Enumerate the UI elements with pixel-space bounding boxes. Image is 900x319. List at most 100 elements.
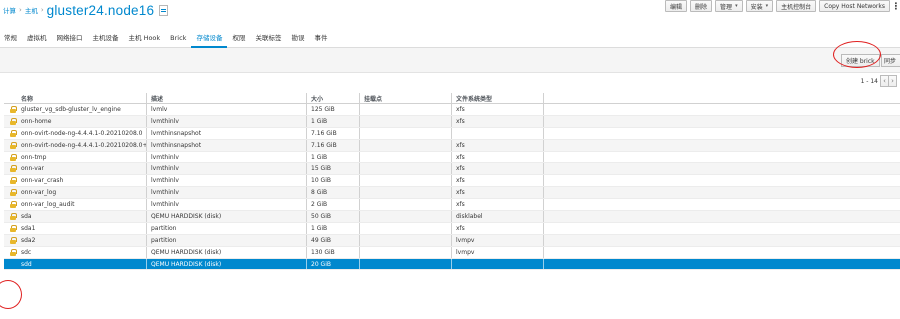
row-filler <box>544 235 900 246</box>
chevron-right-icon[interactable]: › <box>888 75 897 87</box>
row-lock-cell <box>4 211 21 222</box>
copy-host-networks-label: Copy Host Networks <box>824 2 885 10</box>
cell-filesystem-type: xfs <box>452 163 544 175</box>
tab-3[interactable]: 主机设备 <box>88 28 124 48</box>
tab-4[interactable]: 主机 Hook <box>124 28 166 48</box>
header-lock-column <box>4 93 21 103</box>
cell-description: lvmthinlv <box>147 199 307 211</box>
cell-name: onn-var_crash <box>21 175 147 187</box>
tab-7[interactable]: 权限 <box>227 28 250 48</box>
cell-filesystem-type: xfs <box>452 222 544 234</box>
table-row[interactable]: onn-ovirt-node-ng-4.4.4.1-0.20210208.0 lv… <box>4 127 900 140</box>
kebab-menu-icon[interactable]: ⋮ <box>892 0 900 13</box>
bookmark-list-icon[interactable] <box>159 4 169 16</box>
cell-description: lvmthinlv <box>147 115 307 127</box>
row-filler <box>544 140 900 151</box>
host-console-button[interactable]: 主机控制台 <box>776 0 817 12</box>
cell-size: 50 GiB <box>307 211 360 222</box>
table-row[interactable]: onn-var_log lvmthinlv 8 GiB xfs <box>4 187 900 200</box>
cell-description: lvmthinlv <box>147 175 307 187</box>
cell-size: 8 GiB <box>307 187 360 199</box>
chevron-down-icon: ▾ <box>735 3 738 9</box>
cell-description: lvmthinlv <box>147 187 307 199</box>
table-row[interactable]: onn-var lvmthinlv 15 GiB xfs <box>4 163 900 176</box>
pagination: 1 - 14 ‹ › <box>861 74 897 88</box>
column-header-filesystem-type[interactable]: 文件系统类型 <box>452 93 544 103</box>
remove-button[interactable]: 删除 <box>690 0 713 12</box>
cell-description: QEMU HARDDISK (disk) <box>147 258 307 270</box>
table-row[interactable]: sdd QEMU HARDDISK (disk) 20 GiB <box>4 258 900 271</box>
storage-device-toolbar: 创建 brick 同步 <box>0 48 900 73</box>
breadcrumb-hosts[interactable]: 主机 <box>25 5 38 15</box>
cell-size: 10 GiB <box>307 175 360 187</box>
table-row[interactable]: gluster_vg_sdb-gluster_lv_engine lvmlv 125… <box>4 104 900 116</box>
cell-description: lvmthinsnapshot <box>147 139 307 151</box>
table-row[interactable]: sda2 partition 49 GiB lvmpv <box>4 234 900 247</box>
cell-name: gluster_vg_sdb-gluster_lv_engine <box>21 104 147 115</box>
column-header-name[interactable]: 名称 <box>21 93 147 103</box>
table-row[interactable]: onn-ovirt-node-ng-4.4.4.1-0.20210208.0+1… <box>4 139 900 152</box>
cell-mount-point <box>360 175 452 187</box>
cell-size: 15 GiB <box>307 163 360 175</box>
cell-mount-point <box>360 139 452 151</box>
copy-host-networks-button[interactable]: Copy Host Networks <box>819 0 890 12</box>
lock-icon <box>9 105 17 113</box>
table-row[interactable]: onn-var_log_audit lvmthinlv 2 GiB xfs <box>4 199 900 212</box>
cell-description: lvmthinlv <box>147 151 307 163</box>
cell-mount-point <box>360 104 452 115</box>
cell-description: QEMU HARDDISK (disk) <box>147 211 307 222</box>
column-header-description[interactable]: 描述 <box>147 93 307 103</box>
page-header: 计算 › 主机 › gluster24.node16 编辑 删除 管理 ▾ 安装 ▾… <box>0 0 900 22</box>
tab-9[interactable]: 勘误 <box>286 28 309 48</box>
table-row[interactable]: onn-home lvmthinlv 1 GiB xfs <box>4 115 900 128</box>
row-lock-cell <box>4 104 21 115</box>
table-row[interactable]: sda QEMU HARDDISK (disk) 50 GiB disklabel <box>4 211 900 223</box>
tab-8[interactable]: 关联标签 <box>250 28 286 48</box>
cell-size: 2 GiB <box>307 199 360 211</box>
cell-name: sda1 <box>21 222 147 234</box>
lock-icon <box>9 224 17 232</box>
installation-label: 安装 <box>750 3 763 11</box>
cell-size: 1 GiB <box>307 222 360 234</box>
cell-filesystem-type: xfs <box>452 115 544 127</box>
table-row[interactable]: sda1 partition 1 GiB xfs <box>4 222 900 235</box>
installation-dropdown[interactable]: 安装 ▾ <box>745 0 774 12</box>
table-row[interactable]: onn-tmp lvmthinlv 1 GiB xfs <box>4 151 900 164</box>
tab-2[interactable]: 网络接口 <box>52 28 88 48</box>
create-brick-button[interactable]: 创建 brick <box>841 54 880 67</box>
table-row[interactable]: onn-var_crash lvmthinlv 10 GiB xfs <box>4 175 900 188</box>
row-filler <box>544 163 900 174</box>
row-filler <box>544 211 900 222</box>
tab-10[interactable]: 事件 <box>309 28 332 48</box>
breadcrumb-separator: › <box>40 6 44 14</box>
cell-size: 1 GiB <box>307 151 360 163</box>
lock-icon <box>9 129 17 137</box>
edit-button[interactable]: 编辑 <box>665 0 688 12</box>
lock-icon <box>9 201 17 209</box>
cell-mount-point <box>360 151 452 163</box>
cell-mount-point <box>360 211 452 222</box>
row-filler <box>544 104 900 115</box>
cell-name: sda <box>21 211 147 222</box>
cell-mount-point <box>360 187 452 199</box>
cell-name: onn-var <box>21 163 147 175</box>
row-filler <box>544 259 900 270</box>
tab-6[interactable]: 存储设备 <box>191 28 228 48</box>
table-row[interactable]: sdc QEMU HARDDISK (disk) 130 GiB lvmpv <box>4 246 900 259</box>
breadcrumb-compute[interactable]: 计算 <box>3 5 16 15</box>
row-filler <box>544 247 900 258</box>
table-body: gluster_vg_sdb-gluster_lv_engine lvmlv 125… <box>4 104 900 271</box>
cell-name: onn-var_log <box>21 187 147 199</box>
column-header-mount-point[interactable]: 挂载点 <box>360 93 452 103</box>
tab-5[interactable]: Brick <box>165 28 191 48</box>
cell-filesystem-type: disklabel <box>452 211 544 222</box>
lock-icon <box>9 153 17 161</box>
management-dropdown[interactable]: 管理 ▾ <box>715 0 743 12</box>
breadcrumb: 计算 › 主机 › gluster24.node16 <box>3 3 169 18</box>
column-header-size[interactable]: 大小 <box>307 93 360 103</box>
tab-1[interactable]: 虚拟机 <box>22 28 52 48</box>
cell-description: QEMU HARDDISK (disk) <box>147 246 307 258</box>
cell-size: 7.16 GiB <box>307 139 360 151</box>
sync-button[interactable]: 同步 <box>881 54 900 67</box>
tab-0[interactable]: 常规 <box>0 28 22 48</box>
